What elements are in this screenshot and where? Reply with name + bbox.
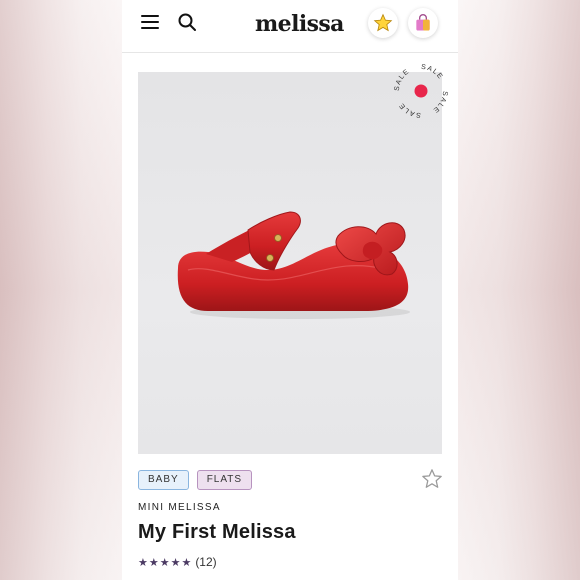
product-page: melissa SALE SALE SALE SALE BABY FLATS M… (122, 0, 458, 580)
shopping-bag-icon (416, 14, 430, 31)
sale-dot (414, 84, 428, 98)
product-title: My First Melissa (138, 521, 296, 543)
search-icon[interactable] (177, 12, 197, 32)
product-rating[interactable]: ★★★★★ (12) (138, 555, 217, 569)
sale-badge: SALE SALE SALE SALE (394, 64, 448, 118)
svg-text:SALE: SALE (394, 68, 411, 91)
svg-text:SALE: SALE (421, 64, 444, 81)
top-navigation-bar: melissa (122, 0, 458, 53)
svg-text:SALE: SALE (431, 91, 448, 114)
tag-baby[interactable]: BABY (138, 470, 189, 490)
rating-stars-icon: ★★★★★ (138, 556, 193, 569)
tag-flats[interactable]: FLATS (196, 470, 253, 490)
hamburger-menu-icon[interactable] (141, 14, 159, 30)
svg-text:SALE: SALE (398, 101, 421, 118)
wishlist-button[interactable] (368, 8, 398, 38)
star-icon (373, 13, 393, 32)
review-count: (12) (195, 555, 217, 569)
brand-name: MINI MELISSA (138, 502, 221, 513)
melissa-logo[interactable]: melissa (255, 12, 344, 36)
shopping-bag-button[interactable] (408, 8, 438, 38)
background-blur-left (0, 0, 122, 580)
product-image[interactable]: SALE SALE SALE SALE (138, 64, 447, 454)
background-blur-right (458, 0, 580, 580)
product-tags: BABY FLATS (138, 470, 253, 490)
add-to-favorites-star-icon[interactable] (421, 468, 443, 490)
red-shoe-illustration (177, 211, 410, 319)
